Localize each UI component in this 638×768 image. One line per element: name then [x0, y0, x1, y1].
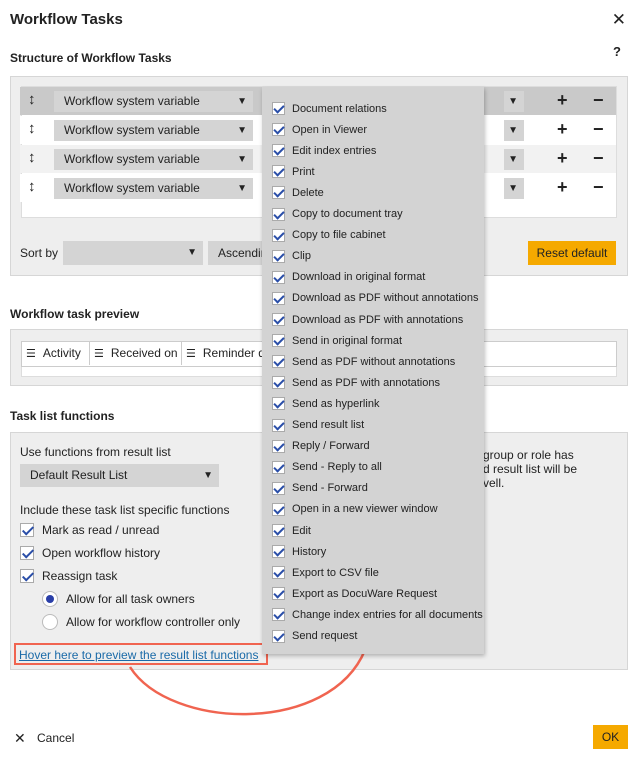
- result-function-item[interactable]: Open in Viewer: [272, 119, 367, 140]
- result-function-label: Document relations: [292, 102, 387, 115]
- checkbox-checked[interactable]: [272, 165, 285, 179]
- result-function-label: Send - Reply to all: [292, 461, 382, 474]
- result-function-label: Send result list: [292, 419, 365, 431]
- checkbox-checked[interactable]: [272, 376, 285, 390]
- checkbox-checked[interactable]: [272, 566, 285, 580]
- checkbox-checked[interactable]: [272, 249, 285, 263]
- result-function-label: Print: [292, 165, 315, 178]
- checkbox-checked[interactable]: [272, 144, 285, 158]
- checkbox-checked[interactable]: [272, 608, 285, 622]
- result-function-label: Clip: [292, 250, 311, 263]
- result-function-item[interactable]: Edit index entries: [272, 140, 376, 161]
- result-function-item[interactable]: Download in original format: [272, 267, 425, 288]
- result-function-item[interactable]: Change index entries for all documents: [272, 604, 483, 625]
- checkbox-checked[interactable]: [272, 481, 285, 495]
- result-function-item[interactable]: Send as PDF with annotations: [272, 372, 440, 393]
- checkbox-checked[interactable]: [272, 102, 285, 115]
- result-function-label: Send as PDF with annotations: [292, 376, 440, 389]
- result-function-label: Delete: [292, 186, 324, 199]
- checkbox-checked[interactable]: [272, 355, 285, 369]
- result-function-item[interactable]: Send as PDF without annotations: [272, 351, 455, 372]
- checkbox-checked[interactable]: [272, 123, 285, 137]
- result-function-label: Edit: [292, 524, 311, 537]
- result-function-label: Change index entries for all documents: [292, 608, 483, 621]
- result-function-item[interactable]: Delete: [272, 182, 324, 203]
- result-function-item[interactable]: Print: [272, 161, 315, 182]
- checkbox-checked[interactable]: [272, 270, 285, 284]
- result-function-item[interactable]: Copy to document tray: [272, 204, 403, 225]
- result-function-item[interactable]: Edit: [272, 520, 311, 541]
- result-function-label: Edit index entries: [292, 144, 377, 157]
- checkbox-checked[interactable]: [272, 587, 285, 601]
- result-function-item[interactable]: Download as PDF without annotations: [272, 288, 479, 309]
- result-function-label: Export to CSV file: [292, 566, 379, 579]
- result-function-label: Send in original format: [292, 334, 403, 347]
- result-function-item[interactable]: Copy to file cabinet: [272, 225, 386, 246]
- result-function-label: Send - Forward: [292, 482, 368, 495]
- cancel-icon[interactable]: ✕: [14, 730, 26, 747]
- result-function-item[interactable]: Reply / Forward: [272, 436, 370, 457]
- result-function-label: Copy to file cabinet: [292, 229, 386, 242]
- checkbox-checked[interactable]: [272, 334, 285, 348]
- result-function-label: Download in original format: [292, 271, 426, 284]
- checkbox-checked[interactable]: [272, 629, 285, 643]
- result-function-label: Reply / Forward: [292, 440, 370, 453]
- checkbox-checked[interactable]: [272, 397, 285, 411]
- ok-button[interactable]: OK: [593, 725, 628, 749]
- result-function-label: Download as PDF without annotations: [292, 292, 479, 305]
- result-function-item[interactable]: Send - Reply to all: [272, 457, 382, 478]
- result-function-item[interactable]: Export as DocuWare Request: [272, 583, 437, 604]
- checkbox-checked[interactable]: [272, 502, 285, 516]
- checkbox-checked[interactable]: [272, 545, 285, 559]
- result-function-item[interactable]: Send in original format: [272, 330, 402, 351]
- result-function-item[interactable]: Open in a new viewer window: [272, 499, 438, 520]
- result-function-label: Export as DocuWare Request: [292, 587, 438, 600]
- result-function-label: Open in Viewer: [292, 123, 368, 136]
- result-list-functions-popup: Document relations Open in Viewer Edit ind…: [262, 87, 484, 654]
- checkbox-checked[interactable]: [272, 524, 285, 537]
- checkbox-checked[interactable]: [272, 207, 285, 221]
- result-function-item[interactable]: Send as hyperlink: [272, 393, 379, 414]
- checkbox-checked[interactable]: [272, 418, 285, 432]
- result-function-label: Send as PDF without annotations: [292, 355, 456, 368]
- result-function-item[interactable]: Send - Forward: [272, 478, 368, 499]
- checkbox-checked[interactable]: [272, 291, 285, 305]
- result-function-item[interactable]: Send request: [272, 626, 357, 647]
- result-function-item[interactable]: Send result list: [272, 415, 364, 436]
- result-function-label: Open in a new viewer window: [292, 503, 438, 516]
- result-function-label: Send as hyperlink: [292, 397, 380, 410]
- result-function-label: Copy to document tray: [292, 208, 403, 220]
- checkbox-checked[interactable]: [272, 228, 285, 242]
- result-function-label: History: [292, 545, 327, 558]
- result-function-item[interactable]: Document relations: [272, 98, 387, 119]
- result-function-item[interactable]: Download as PDF with annotations: [272, 309, 463, 330]
- checkbox-checked[interactable]: [272, 460, 285, 474]
- result-function-item[interactable]: History: [272, 541, 326, 562]
- result-function-label: Download as PDF with annotations: [292, 313, 464, 326]
- checkbox-checked[interactable]: [272, 186, 285, 200]
- cancel-button[interactable]: Cancel: [37, 731, 74, 745]
- checkbox-checked[interactable]: [272, 313, 285, 326]
- result-function-item[interactable]: Export to CSV file: [272, 562, 379, 583]
- result-function-item[interactable]: Clip: [272, 246, 311, 267]
- checkbox-checked[interactable]: [272, 439, 285, 453]
- result-function-label: Send request: [292, 630, 358, 642]
